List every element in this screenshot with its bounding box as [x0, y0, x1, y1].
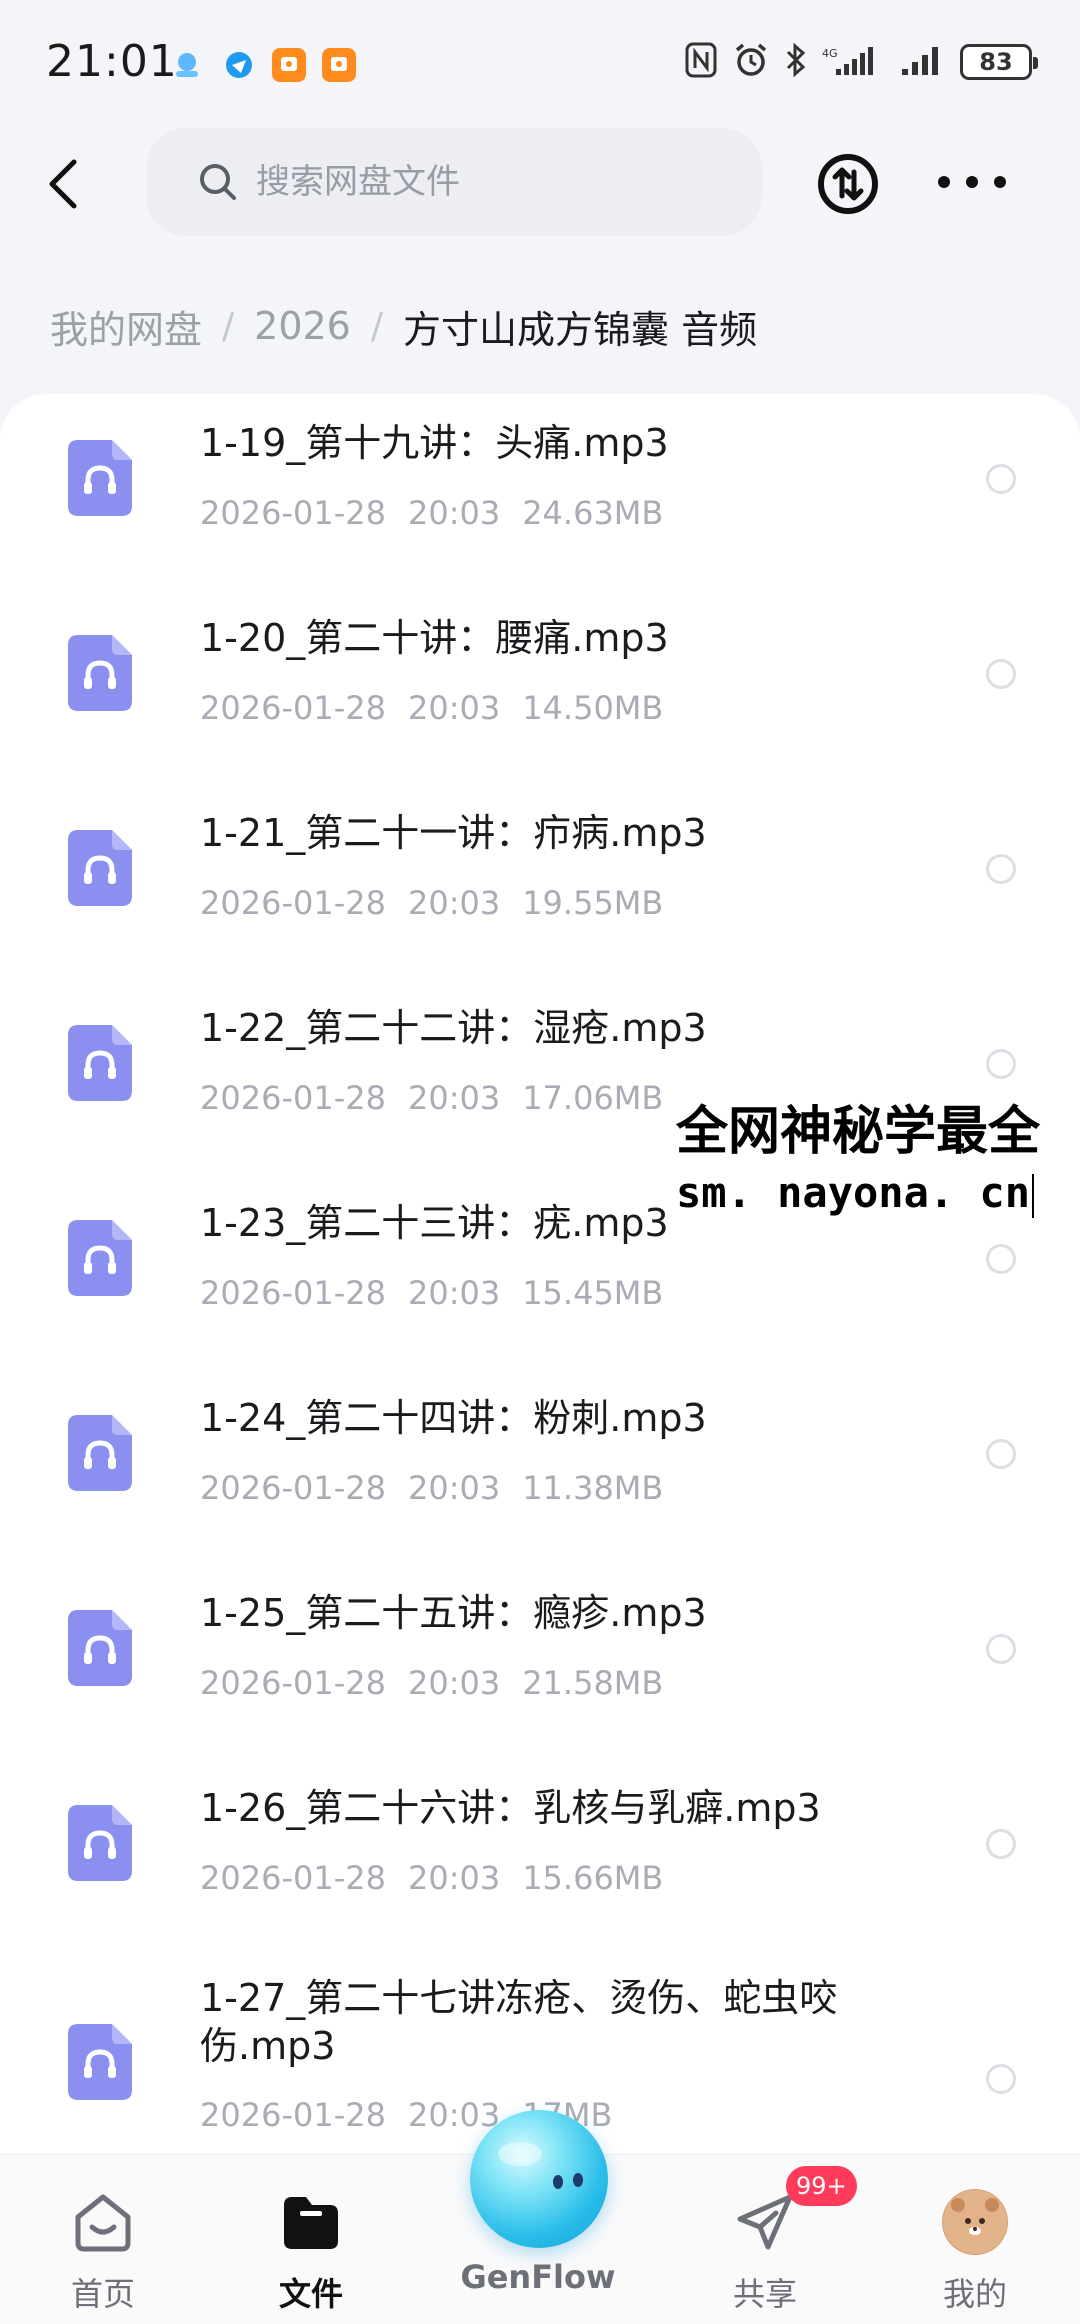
- list-item[interactable]: 1-21_第二十一讲：疖病.mp3 2026-01-28 20:03 19.55MB: [0, 784, 1080, 979]
- nav-files[interactable]: 文件: [236, 2189, 386, 2319]
- file-meta: 2026-01-28 20:03 15.66MB: [200, 1859, 664, 1897]
- audio-file-icon: [68, 1415, 132, 1491]
- breadcrumb: 我的网盘 / 2026 / 方寸山成方锦囊 音频: [50, 296, 757, 356]
- nav-mine-label: 我的: [942, 2275, 1007, 2313]
- select-radio[interactable]: [986, 1244, 1016, 1274]
- signal-icon: [900, 43, 946, 81]
- select-radio[interactable]: [986, 854, 1016, 884]
- share-badge: 99+: [786, 2166, 857, 2206]
- file-meta: 2026-01-28 20:03 21.58MB: [200, 1664, 664, 1702]
- file-meta: 2026-01-28 20:03 15.45MB: [200, 1274, 664, 1312]
- file-name: 1-27_第二十七讲冻疮、烫伤、蛇虫咬: [200, 1976, 838, 2020]
- breadcrumb-separator: /: [370, 305, 384, 347]
- file-name: 1-23_第二十三讲：疣.mp3: [200, 1201, 669, 1245]
- audio-file-icon: [68, 1220, 132, 1296]
- list-item[interactable]: 1-26_第二十六讲：乳核与乳癖.mp3 2026-01-28 20:03 15.6…: [0, 1759, 1080, 1954]
- audio-file-icon: [68, 635, 132, 711]
- orange-app-icon: [272, 48, 306, 82]
- back-button[interactable]: [36, 150, 92, 218]
- watermark-title: 全网神秘学最全: [676, 1100, 1041, 1164]
- nav-genflow-label: GenFlow: [460, 2258, 616, 2296]
- status-time: 21:01: [46, 36, 178, 87]
- system-icons: 4G 83: [684, 40, 1038, 84]
- breadcrumb-my-drive[interactable]: 我的网盘: [50, 299, 202, 354]
- orange-app-icon: [322, 48, 356, 82]
- nfc-icon: [684, 41, 718, 83]
- genflow-button[interactable]: [470, 2110, 608, 2248]
- folder-icon: [284, 2197, 338, 2249]
- select-radio[interactable]: [986, 2064, 1016, 2094]
- search-icon: [200, 164, 236, 200]
- search-box[interactable]: [146, 128, 762, 236]
- nav-files-label: 文件: [278, 2275, 343, 2313]
- select-radio[interactable]: [986, 464, 1016, 494]
- home-icon: [75, 2194, 131, 2252]
- audio-file-icon: [68, 1805, 132, 1881]
- file-name: 1-22_第二十二讲：湿疮.mp3: [200, 1006, 707, 1050]
- watermark: 全网神秘学最全 sm. nayona. cn: [676, 1100, 1041, 1220]
- file-name: 1-19_第十九讲：头痛.mp3: [200, 421, 669, 465]
- watermark-url: sm. nayona. cn: [676, 1166, 1041, 1220]
- share-icon: [737, 2194, 793, 2250]
- signal-icon: 4G: [822, 43, 886, 81]
- select-radio[interactable]: [986, 659, 1016, 689]
- battery-icon: 83: [960, 44, 1038, 80]
- file-name-continued: 伤.mp3: [200, 2024, 336, 2068]
- file-meta: 2026-01-28 20:03 14.50MB: [200, 689, 664, 727]
- file-name: 1-24_第二十四讲：粉刺.mp3: [200, 1396, 707, 1440]
- nav-mine[interactable]: 我的: [900, 2189, 1050, 2319]
- file-meta: 2026-01-28 20:03 19.55MB: [200, 884, 664, 922]
- audio-file-icon: [68, 1610, 132, 1686]
- audio-file-icon: [68, 2024, 132, 2100]
- alarm-icon: [732, 41, 770, 83]
- genflow-app-icon: [170, 48, 204, 82]
- select-radio[interactable]: [986, 1049, 1016, 1079]
- status-bar: 21:01 4G 83: [0, 0, 1080, 120]
- bluetooth-icon: [784, 41, 808, 83]
- transfer-icon: [818, 154, 878, 214]
- genflow-face-icon: [498, 2142, 583, 2189]
- breadcrumb-current-folder: 方寸山成方锦囊 音频: [403, 307, 758, 352]
- select-radio[interactable]: [986, 1829, 1016, 1859]
- select-radio[interactable]: [986, 1439, 1016, 1469]
- nav-share-label: 共享: [732, 2275, 797, 2313]
- nav-share[interactable]: 共享: [690, 2189, 840, 2319]
- avatar: [942, 2189, 1008, 2255]
- breadcrumb-2026[interactable]: 2026: [254, 304, 351, 348]
- file-name: 1-26_第二十六讲：乳核与乳癖.mp3: [200, 1786, 821, 1830]
- file-meta: 2026-01-28 20:03 17.06MB: [200, 1079, 664, 1117]
- audio-file-icon: [68, 1025, 132, 1101]
- nav-home-label: 首页: [70, 2275, 135, 2313]
- file-name: 1-21_第二十一讲：疖病.mp3: [200, 811, 707, 855]
- list-item[interactable]: 1-25_第二十五讲：瘾疹.mp3 2026-01-28 20:03 21.58MB: [0, 1564, 1080, 1759]
- svg-text:4G: 4G: [822, 47, 838, 60]
- header: [0, 120, 1080, 250]
- file-name: 1-25_第二十五讲：瘾疹.mp3: [200, 1591, 707, 1635]
- browser-icon: [222, 48, 256, 82]
- audio-file-icon: [68, 830, 132, 906]
- breadcrumb-separator: /: [222, 305, 235, 347]
- list-item[interactable]: 1-24_第二十四讲：粉刺.mp3 2026-01-28 20:03 11.38MB: [0, 1369, 1080, 1564]
- nav-home[interactable]: 首页: [28, 2189, 178, 2319]
- file-meta: 2026-01-28 20:03 11.38MB: [200, 1469, 664, 1507]
- file-list: 1-19_第十九讲：头痛.mp3 2026-01-28 20:03 24.63MB …: [0, 394, 1080, 2154]
- audio-file-icon: [68, 440, 132, 516]
- back-icon: [49, 159, 77, 209]
- transfer-button[interactable]: [816, 152, 880, 216]
- file-meta: 2026-01-28 20:03 24.63MB: [200, 494, 664, 532]
- search-input[interactable]: [256, 162, 696, 202]
- list-item[interactable]: 1-19_第十九讲：头痛.mp3 2026-01-28 20:03 24.63MB: [0, 394, 1080, 589]
- file-name: 1-20_第二十讲：腰痛.mp3: [200, 616, 669, 660]
- select-radio[interactable]: [986, 1634, 1016, 1664]
- more-button[interactable]: [938, 160, 1006, 204]
- more-icon: [938, 176, 950, 188]
- list-item[interactable]: 1-20_第二十讲：腰痛.mp3 2026-01-28 20:03 14.50MB: [0, 589, 1080, 784]
